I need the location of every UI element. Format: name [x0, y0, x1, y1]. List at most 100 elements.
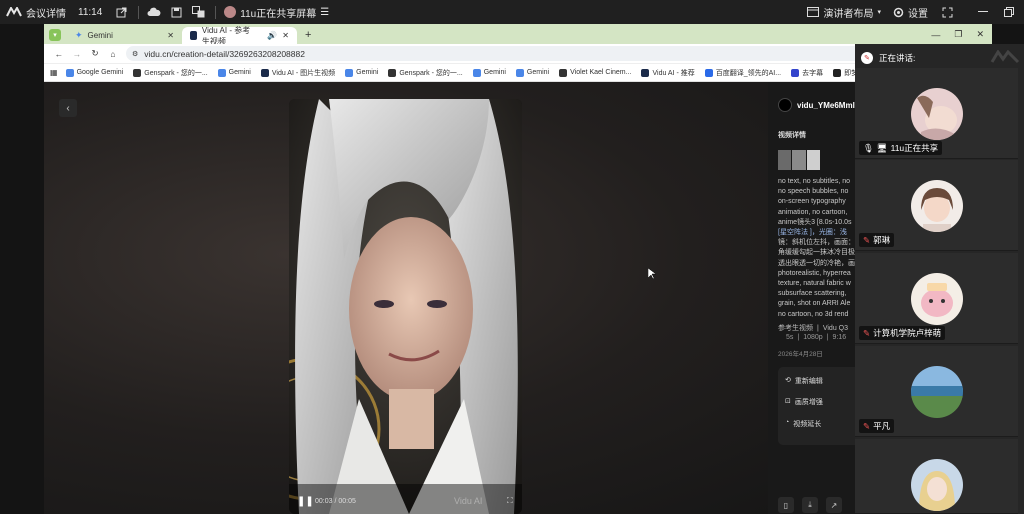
share-button[interactable]: ↗ [826, 497, 842, 513]
bookmark-button[interactable]: ▯ [778, 497, 794, 513]
tab-vidu[interactable]: Vidu AI - 参考生视频 🔊 ✕ [182, 26, 297, 46]
bookmark-item[interactable]: Gemini [515, 68, 549, 77]
new-tab-icon[interactable]: + [305, 29, 311, 41]
bookmark-favicon-icon [515, 68, 524, 77]
action-enhance[interactable]: ⊡ 画质增强 [785, 397, 823, 407]
speaker-layout-button[interactable]: 演讲者布局 ▾ [807, 5, 881, 20]
participant-name-tag: ✎ 平凡 [859, 419, 895, 433]
menu-icon[interactable]: ☰ [320, 7, 329, 18]
action-extend[interactable]: ◔ 视频延长 [785, 419, 821, 429]
participant-card[interactable]: ✎ 平凡 [855, 346, 1018, 437]
bookmark-item[interactable]: Gemini [345, 68, 378, 77]
bookmark-favicon-icon [833, 68, 842, 77]
prompt-line: animation, no cartoon, [778, 208, 848, 216]
window-close-icon[interactable]: ✕ [976, 29, 984, 40]
divider [215, 5, 217, 19]
bookmark-favicon-icon [133, 68, 142, 77]
translate-icon[interactable] [191, 5, 205, 19]
bookmark-label: Vidu AI - 推荐 [652, 69, 695, 77]
home-icon[interactable]: ⌂ [106, 49, 120, 59]
site-info-icon[interactable]: ⚙ [132, 50, 138, 58]
bookmark-item[interactable]: 去字幕 [791, 68, 823, 78]
action-reedit[interactable]: ⟲ 重新编辑 [785, 376, 823, 386]
url-field[interactable]: ⚙ vidu.cn/creation-detail/32692632082088… [126, 46, 912, 61]
participant-avatar [911, 366, 963, 418]
meeting-time-label: 11:14 [78, 6, 103, 18]
bookmark-item[interactable]: Gemini [472, 68, 506, 77]
reload-icon[interactable]: ↻ [88, 48, 102, 59]
share-icon: ↗ [830, 500, 838, 510]
active-speaker-title: 正在讲话: [879, 53, 916, 63]
bookmark-item[interactable]: Gemini [217, 68, 251, 77]
bookmark-favicon-icon [641, 68, 650, 77]
creator-avatar[interactable] [778, 98, 792, 112]
vidu-icon [190, 31, 197, 40]
participant-name-tag: 🎙 🖥 11u正在共享 [859, 141, 943, 155]
bookmark-item[interactable]: Violet Kael Cinem... [559, 68, 631, 77]
settings-button[interactable]: 设置 [893, 5, 928, 20]
prompt-line: anime镜头3 [8.0s-10.0s [778, 218, 852, 226]
video-player[interactable]: ❚❚ 00:03 / 00:05 Vidu AI ⛶ [289, 99, 522, 514]
bookmark-label: Gemini [483, 69, 506, 76]
download-button[interactable]: ⤓ [802, 497, 818, 513]
participant-card[interactable]: ✎ 计算机学院卢梓萌 [855, 253, 1018, 344]
close-tab-icon[interactable]: ✕ [282, 31, 289, 40]
creator-name[interactable]: vidu_YMe6Mml [797, 101, 855, 110]
back-icon[interactable]: ← [52, 49, 66, 59]
minimize-icon[interactable] [976, 5, 990, 19]
forward-icon[interactable]: → [70, 49, 84, 59]
prompt-line: 镜：斜机位左抖，画面： [778, 239, 855, 247]
close-tab-icon[interactable]: ✕ [167, 31, 174, 40]
reference-image[interactable] [806, 150, 820, 170]
meta-type: 参考生视频 [778, 325, 813, 332]
bookmark-label: Vidu AI - 图片生视频 [271, 69, 336, 77]
bookmark-label: Genspark - 您的一... [144, 69, 208, 77]
apps-grid-icon[interactable]: ▦ [50, 68, 58, 77]
divider [138, 5, 140, 19]
bookmark-icon: ▯ [783, 500, 789, 510]
participant-card[interactable]: 🎙 🖥 11u正在共享 [855, 68, 1018, 159]
bookmark-item[interactable]: Genspark - 您的一... [133, 68, 208, 78]
pause-icon[interactable]: ❚❚ [297, 496, 314, 507]
restore-icon[interactable] [1002, 5, 1016, 19]
video-fullscreen-icon[interactable]: ⛶ [507, 496, 513, 506]
prompt-line: 透出眼透一切的冷艳，画 [778, 259, 855, 267]
reference-image[interactable] [778, 150, 792, 170]
edit-icon: ⟲ [785, 377, 791, 384]
tab-search-icon[interactable]: ▾ [49, 29, 61, 41]
meta-specs: 5s | 1080p | 9:16 [786, 334, 847, 341]
screen-share-status[interactable]: 11u正在共享屏幕 ☰ [224, 5, 329, 20]
fullscreen-icon[interactable] [940, 5, 954, 19]
tab-gemini[interactable]: ✦ Gemini ✕ [67, 27, 182, 44]
meeting-details-button[interactable]: 会议详情 [6, 5, 66, 20]
open-external-icon[interactable] [114, 5, 128, 19]
bookmark-item[interactable]: Vidu AI - 图片生视频 [260, 68, 336, 78]
action-label: 画质增强 [794, 399, 823, 406]
participant-card[interactable] [855, 439, 1018, 514]
participant-name: 平凡 [873, 421, 891, 431]
reference-thumbnails[interactable] [778, 150, 820, 170]
meta-duration: 5s [786, 334, 794, 341]
creator-info: vidu_YMe6Mml [778, 98, 855, 112]
save-icon[interactable] [169, 5, 183, 19]
speaking-icon: ✎ [863, 234, 871, 245]
participant-card[interactable]: ✎ 郭琳 [855, 160, 1018, 251]
speaker-icon[interactable]: 🔊 [267, 31, 277, 40]
prompt-line: no speech bubbles, no [778, 188, 849, 196]
window-minimize-icon[interactable]: — [931, 30, 940, 40]
reference-image[interactable] [792, 150, 806, 170]
bookmark-item[interactable]: Google Gemini [65, 68, 123, 77]
browser-tab-strip: ▾ ✦ Gemini ✕ Vidu AI - 参考生视频 🔊 ✕ + — ❐ ✕ [44, 24, 992, 46]
bookmark-item[interactable]: 百度翻译_领先的AI... [704, 68, 781, 78]
bookmark-item[interactable]: Vidu AI - 推荐 [641, 68, 695, 78]
meeting-details-label: 会议详情 [26, 8, 66, 20]
window-restore-icon[interactable]: ❐ [954, 29, 962, 40]
meeting-toolbar: 会议详情 11:14 11u正在共享屏幕 ☰ 演讲者布局 ▾ 设置 [0, 0, 1024, 24]
participants-panel: ✎ 正在讲话: 🎙 🖥 11u正在共享 ✎ 郭琳 ✎ 计算机学院卢梓萌 ✎ 平凡 [855, 44, 1024, 514]
bookmark-item[interactable]: Genspark - 您的一... [388, 68, 463, 78]
prompt-line: subsurface scattering, [778, 290, 847, 298]
back-button[interactable]: ‹ [59, 99, 77, 117]
prompt-line: 角缓缓勾起一抹冰冷目极 [778, 249, 855, 257]
cloud-icon[interactable] [147, 5, 161, 19]
chevron-left-icon: ‹ [66, 102, 70, 114]
